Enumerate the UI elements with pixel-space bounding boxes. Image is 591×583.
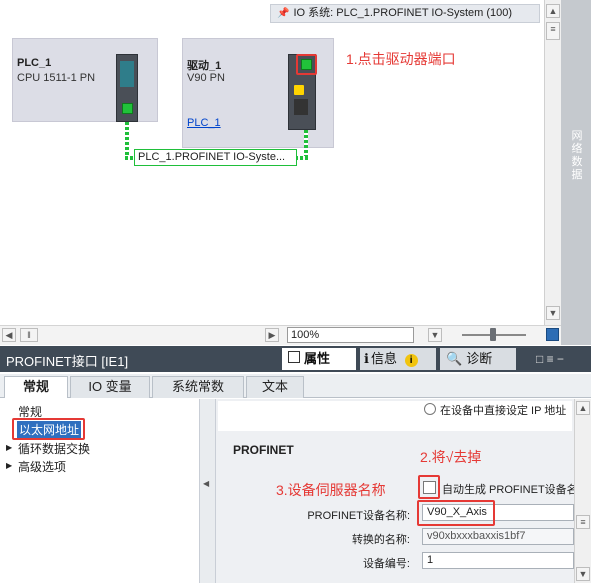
subtab-general[interactable]: 常规 bbox=[4, 376, 68, 398]
pin-icon[interactable]: 📌 bbox=[277, 8, 289, 19]
prop-scroll-grip-icon[interactable]: ≡ bbox=[576, 515, 590, 529]
scroll-down-button[interactable]: ▼ bbox=[546, 306, 560, 320]
scroll-right-button[interactable]: ▶ bbox=[265, 328, 279, 342]
section-title: PROFINET bbox=[233, 443, 294, 457]
plc-type: CPU 1511-1 PN bbox=[17, 72, 96, 84]
window-controls-icon[interactable]: □ ≡ − bbox=[536, 352, 564, 366]
drive-controller-link[interactable]: PLC_1 bbox=[187, 117, 221, 129]
expand-arrow-icon[interactable]: ▶ bbox=[6, 443, 12, 452]
tab-properties[interactable]: 属性 bbox=[282, 348, 356, 370]
plc-name: PLC_1 bbox=[17, 57, 52, 69]
drive-drop-line bbox=[304, 130, 308, 158]
scroll-left-button[interactable]: ◀ bbox=[2, 328, 16, 342]
drive-name: 驱动_1 bbox=[187, 60, 222, 72]
auto-generate-label: 自动生成 PROFINET设备名 bbox=[442, 484, 578, 496]
step1-highlight bbox=[296, 54, 317, 75]
converted-name-label: 转换的名称: bbox=[351, 534, 410, 546]
device-number-input[interactable]: 1 bbox=[422, 552, 574, 569]
step2-annotation: 2.将√去掉 bbox=[420, 449, 482, 465]
tab-info[interactable]: ℹ 信息 i bbox=[360, 348, 436, 370]
property-subtabs: 常规 IO 变量 系统常数 文本 bbox=[0, 374, 591, 398]
nav-item-cyclic-data[interactable]: 循环数据交换 bbox=[18, 440, 90, 457]
nav-item-advanced-options[interactable]: 高级选项 bbox=[18, 458, 66, 475]
radio-direct-ip-label: 在设备中直接设定 IP 地址 bbox=[440, 405, 567, 417]
prop-scroll-up-button[interactable]: ▲ bbox=[576, 401, 590, 415]
plc-port-icon[interactable] bbox=[122, 103, 133, 114]
plc-module[interactable] bbox=[116, 54, 138, 122]
expand-arrow-icon-2[interactable]: ▶ bbox=[6, 461, 12, 470]
tab-diagnostics[interactable]: 🔍 诊断 bbox=[440, 348, 516, 370]
device-name-label: PROFINET设备名称: bbox=[307, 510, 410, 522]
radio-direct-ip[interactable] bbox=[424, 403, 436, 415]
zoom-select[interactable]: 100% bbox=[287, 327, 414, 343]
io-system-banner: 📌 IO 系统: PLC_1.PROFINET IO-System (100) bbox=[270, 4, 540, 23]
status-led-icon bbox=[294, 85, 304, 95]
zoom-dropdown-icon[interactable]: ▼ bbox=[428, 328, 442, 342]
subtab-io-tags[interactable]: IO 变量 bbox=[70, 376, 150, 398]
scroll-up-button[interactable]: ▲ bbox=[546, 4, 560, 18]
ethernet-address-highlight bbox=[12, 418, 85, 440]
splitter-arrow-icon[interactable]: ◀ bbox=[203, 479, 209, 488]
io-system-label: IO 系统: PLC_1.PROFINET IO-System (100) bbox=[293, 7, 513, 19]
subtab-texts[interactable]: 文本 bbox=[246, 376, 304, 398]
properties-panel-header: PROFINET接口 [IE1] 属性 ℹ 信息 i 🔍 诊断 □ ≡ − bbox=[0, 346, 591, 372]
converted-name-field: v90xbxxxbaxxis1bf7 bbox=[422, 528, 574, 545]
overview-icon[interactable] bbox=[546, 328, 559, 341]
panel-splitter[interactable]: ◀ bbox=[200, 399, 216, 583]
step1-annotation: 1.点击驱动器端口 bbox=[346, 51, 456, 67]
info-badge-icon: i bbox=[404, 354, 418, 367]
device-name-highlight bbox=[417, 500, 495, 526]
device-number-label: 设备编号: bbox=[362, 558, 410, 570]
scroll-grip-icon[interactable]: ≡ bbox=[546, 22, 560, 40]
properties-vertical-scrollbar[interactable]: ▲ ≡ ▼ bbox=[574, 399, 591, 583]
canvas-vertical-scrollbar[interactable]: ▲ ≡ ▼ bbox=[544, 0, 561, 325]
diagnostics-icon: 🔍 bbox=[446, 351, 463, 366]
subtab-system-constants[interactable]: 系统常数 bbox=[152, 376, 244, 398]
plc-display-icon bbox=[120, 61, 134, 87]
network-label[interactable]: PLC_1.PROFINET IO-Syste... bbox=[134, 149, 297, 166]
network-data-label[interactable]: 网络数据 bbox=[570, 130, 584, 182]
zoom-slider-handle[interactable] bbox=[490, 328, 496, 341]
step3-annotation: 3.设备伺服器名称 bbox=[276, 482, 386, 498]
info-tab-icon: ℹ bbox=[364, 351, 369, 366]
hscroll-grip-icon[interactable]: ‖ bbox=[20, 328, 38, 342]
plc-drop-line bbox=[125, 122, 129, 158]
drive-type: V90 PN bbox=[187, 72, 225, 84]
properties-icon bbox=[288, 351, 300, 363]
checkbox-highlight bbox=[418, 475, 440, 499]
panel-title: PROFINET接口 [IE1] bbox=[6, 354, 129, 369]
drive-terminal-icon bbox=[294, 99, 308, 115]
prop-scroll-down-button[interactable]: ▼ bbox=[576, 567, 590, 581]
